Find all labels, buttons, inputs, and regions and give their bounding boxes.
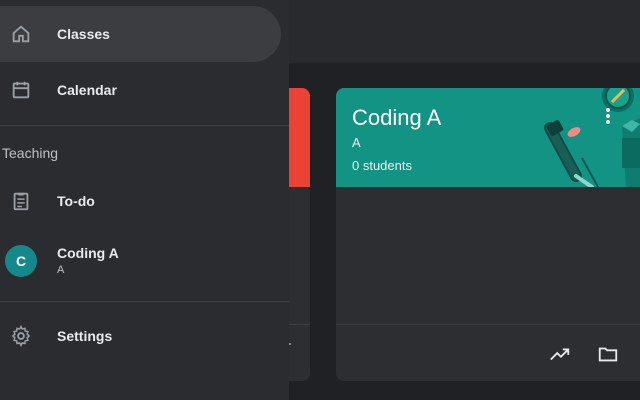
card-divider [336,324,640,325]
more-options-icon[interactable] [604,108,612,128]
nav-item-class-coding-a[interactable]: C Coding A A [0,233,281,289]
coding-illustration-icon [544,88,640,187]
nav-item-classes[interactable]: Classes [0,6,281,62]
nav-item-todo[interactable]: To-do [0,173,281,229]
class-card-student-count: 0 students [352,158,412,173]
class-card-title[interactable]: Coding A [352,105,441,131]
nav-item-sublabel: A [57,264,65,276]
nav-item-label: Classes [57,26,110,42]
nav-item-label: To-do [57,193,95,209]
nav-item-label: Coding A [57,245,119,261]
gear-icon [9,324,33,348]
nav-item-settings[interactable]: Settings [0,308,281,364]
class-avatar: C [5,245,37,277]
clipboard-icon [9,189,33,213]
class-card-coding-a[interactable]: Coding A A 0 students [336,88,640,381]
card-action-icon [289,343,291,345]
section-heading-teaching: Teaching [2,145,59,161]
nav-item-calendar[interactable]: Calendar [0,62,281,118]
nav-item-label: Settings [57,328,113,344]
class-card-section: A [352,135,361,150]
calendar-icon [9,78,33,102]
drawer-divider [0,125,289,126]
nav-item-label: Calendar [57,82,117,98]
class-card-banner: Coding A A 0 students [336,88,640,187]
folder-icon[interactable] [594,340,622,368]
navigation-drawer: Classes Calendar Teaching To-do C Coding… [0,0,289,400]
home-icon [9,22,33,46]
trending-icon[interactable] [546,340,574,368]
drawer-divider [0,301,289,302]
